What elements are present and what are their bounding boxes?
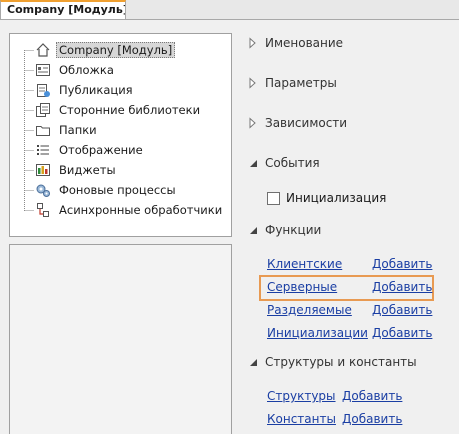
tree-item-label: Виджеты [59,163,116,177]
home-icon [35,42,51,58]
initialization-checkbox[interactable] [267,191,280,205]
section-dependencies[interactable]: Зависимости [247,114,347,132]
section-title: Функции [265,223,322,237]
add-init-function-link[interactable]: Добавить [372,326,432,340]
section-title: Именование [265,36,344,50]
collapse-arrow-icon [247,356,259,368]
cover-icon [35,62,51,78]
add-server-function-link[interactable]: Добавить [372,280,432,294]
tree-item-label: Company [Модуль] [56,42,176,58]
tree-item-label: Фоновые процессы [59,183,176,197]
module-tree-panel: Company [Модуль] Обложка Публикация Стор… [9,33,232,237]
section-title: События [265,156,320,170]
server-functions-link[interactable]: Серверные [267,280,337,294]
section-structures[interactable]: Структуры и константы [247,353,417,371]
tree-item-cover[interactable]: Обложка [35,61,117,79]
tree-item-publication[interactable]: Публикация [35,81,136,99]
tree-item-label: Асинхронные обработчики [59,203,223,217]
tree-item-widgets[interactable]: Виджеты [35,161,119,179]
section-title: Зависимости [265,116,348,130]
tree-item-libraries[interactable]: Сторонние библиотеки [35,101,203,119]
init-functions-link[interactable]: Инициализации [267,326,368,340]
async-handlers-icon [35,202,51,218]
add-structure-link[interactable]: Добавить [342,389,402,403]
expand-arrow-icon [247,77,259,89]
list-icon [35,142,51,158]
tree-item-async-handlers[interactable]: Асинхронные обработчики [35,201,225,219]
tree-item-company-module[interactable]: Company [Модуль] [35,41,176,59]
tree-item-background-processes[interactable]: Фоновые процессы [35,181,179,199]
tree-item-display[interactable]: Отображение [35,141,146,159]
checkbox-label: Инициализация [286,191,387,205]
tree-item-label: Отображение [59,143,143,157]
folder-icon [35,122,51,138]
gears-icon [35,182,51,198]
properties-panel [9,244,232,434]
section-title: Параметры [265,76,337,90]
tab-company-module[interactable]: Company [Модуль] [0,0,126,19]
section-naming[interactable]: Именование [247,34,343,52]
libraries-icon [35,102,51,118]
section-title: Структуры и константы [265,355,417,369]
tree-item-label: Папки [59,123,97,137]
collapse-arrow-icon [247,224,259,236]
tree-item-label: Публикация [59,83,133,97]
collapse-arrow-icon [247,157,259,169]
constants-link[interactable]: Константы [267,412,336,426]
tab-strip: Company [Модуль] [0,0,459,20]
tree-item-label: Сторонние библиотеки [59,103,201,117]
widgets-icon [35,162,51,178]
section-functions[interactable]: Функции [247,221,321,239]
section-parameters[interactable]: Параметры [247,74,337,92]
add-constant-link[interactable]: Добавить [342,412,402,426]
publication-icon [35,82,51,98]
structures-link[interactable]: Структуры [267,389,336,403]
initialization-checkbox-row[interactable]: Инициализация [267,191,386,205]
add-shared-function-link[interactable]: Добавить [372,303,432,317]
client-functions-link[interactable]: Клиентские [267,257,342,271]
expand-arrow-icon [247,117,259,129]
shared-functions-link[interactable]: Разделяемые [267,303,352,317]
tree-item-label: Обложка [59,63,114,77]
add-client-function-link[interactable]: Добавить [372,257,432,271]
tree-item-folders[interactable]: Папки [35,121,100,139]
section-events[interactable]: События [247,154,320,172]
expand-arrow-icon [247,37,259,49]
